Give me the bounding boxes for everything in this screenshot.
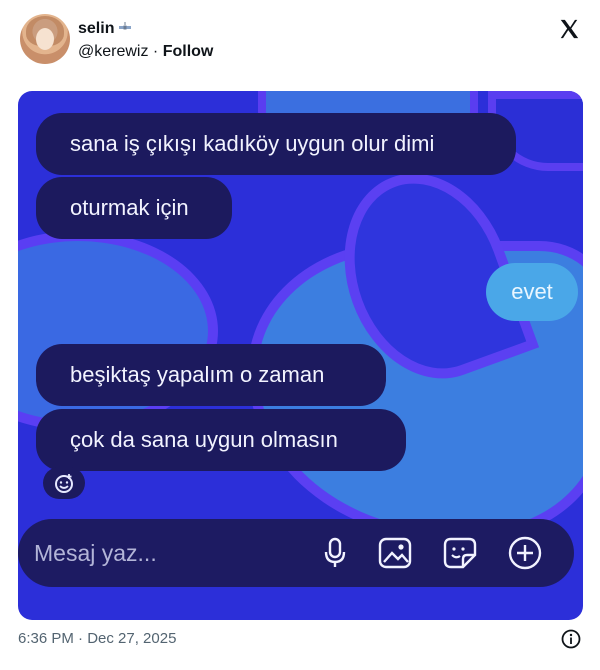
info-icon[interactable] (561, 629, 581, 649)
plus-circle-icon (508, 536, 542, 570)
user-name-text[interactable]: selin (78, 20, 114, 38)
x-logo-icon[interactable] (558, 18, 580, 40)
add-button[interactable] (508, 536, 542, 570)
avatar-face (36, 28, 54, 50)
chat-screenshot[interactable]: sana iş çıkışı kadıköy uygun olur dimi o… (18, 91, 583, 620)
sticker-icon (443, 537, 477, 569)
gallery-button[interactable] (378, 536, 412, 570)
image-icon (378, 537, 412, 569)
satellite-icon (118, 21, 132, 38)
message-bubble-incoming[interactable]: çok da sana uygun olmasın (36, 409, 406, 471)
message-input[interactable]: Mesaj yaz... (34, 519, 157, 587)
separator: · (148, 43, 163, 60)
avatar[interactable] (20, 14, 70, 64)
post-timestamp[interactable]: 6:36 PM · Dec 27, 2025 (18, 630, 176, 647)
follow-button[interactable]: Follow (163, 43, 214, 60)
message-bubble-incoming[interactable]: oturmak için (36, 177, 232, 239)
message-bubble-incoming[interactable]: beşiktaş yapalım o zaman (36, 344, 386, 406)
message-bubble-incoming[interactable]: sana iş çıkışı kadıköy uygun olur dimi (36, 113, 516, 175)
add-reaction-button[interactable] (43, 467, 85, 499)
message-input-bar[interactable]: Mesaj yaz... (18, 519, 574, 587)
post-header: selin @kerewiz · Follow (16, 12, 584, 68)
user-handle[interactable]: @kerewiz (78, 43, 148, 60)
user-name[interactable]: selin (78, 20, 132, 38)
microphone-icon (324, 537, 346, 567)
sticker-button[interactable] (443, 536, 477, 570)
microphone-button[interactable] (318, 536, 352, 570)
smiley-add-icon (55, 474, 73, 493)
handle-line: @kerewiz · Follow (78, 43, 213, 61)
message-bubble-outgoing[interactable]: evet (486, 263, 578, 321)
